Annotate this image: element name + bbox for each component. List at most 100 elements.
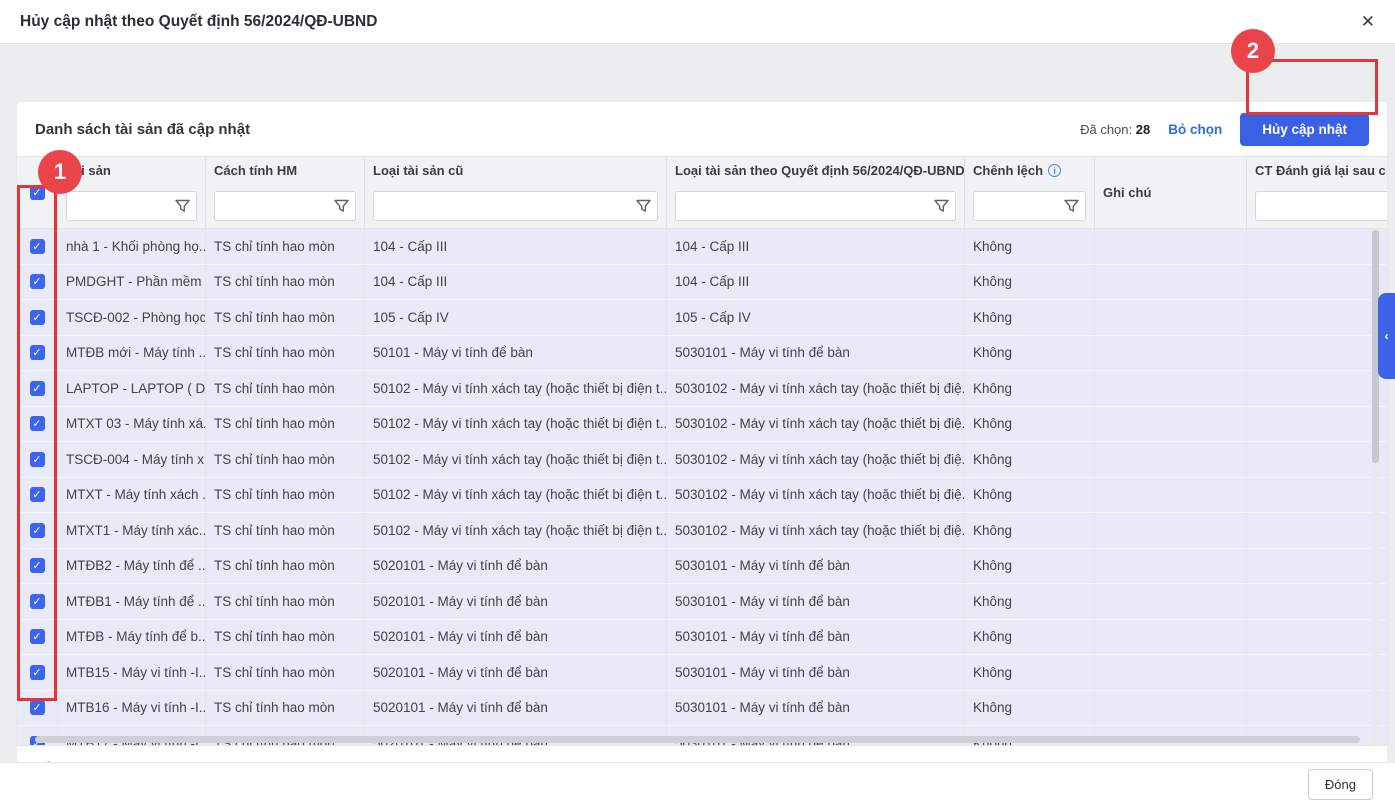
row-checkbox[interactable] <box>30 487 45 502</box>
annotation-step-badge-2: 2 <box>1231 29 1275 73</box>
cell-depreciation-method: TS chỉ tính hao mòn <box>206 584 365 619</box>
cell-old-asset-type: 104 - Cấp III <box>365 229 667 264</box>
row-checkbox[interactable] <box>30 594 45 609</box>
cell-old-asset-type: 5020101 - Máy vi tính để bàn <box>365 620 667 655</box>
row-select-cell <box>17 584 58 619</box>
cell-depreciation-method: TS chỉ tính hao mòn <box>206 620 365 655</box>
cell-new-asset-type: 104 - Cấp III <box>667 229 965 264</box>
row-checkbox[interactable] <box>30 274 45 289</box>
filter-funnel-icon[interactable] <box>333 198 350 215</box>
cell-reevaluation-doc <box>1247 691 1387 726</box>
cell-depreciation-method: TS chỉ tính hao mòn <box>206 371 365 406</box>
cell-depreciation-method: TS chỉ tính hao mòn <box>206 407 365 442</box>
row-select-cell <box>17 265 58 300</box>
row-select-cell <box>17 620 58 655</box>
cell-note <box>1095 371 1247 406</box>
filter-funnel-icon[interactable] <box>1063 198 1080 215</box>
info-icon[interactable]: i <box>1048 164 1061 177</box>
cell-new-asset-type: 5030101 - Máy vi tính để bàn <box>667 549 965 584</box>
cell-old-asset-type: 50102 - Máy vi tính xách tay (hoặc thiết… <box>365 407 667 442</box>
row-checkbox[interactable] <box>30 239 45 254</box>
cell-asset: MTĐB mới - Máy tính ... <box>58 336 206 371</box>
table-row: nhà 1 - Khối phòng họ... TS chỉ tính hao… <box>17 229 1387 265</box>
row-checkbox[interactable] <box>30 381 45 396</box>
cell-difference: Không <box>965 620 1095 655</box>
table-row: MTĐB1 - Máy tính để ... TS chỉ tính hao … <box>17 584 1387 620</box>
cell-depreciation-method: TS chỉ tính hao mòn <box>206 300 365 335</box>
row-checkbox[interactable] <box>30 310 45 325</box>
row-checkbox[interactable] <box>30 416 45 431</box>
table-header-column: Chênh lệch i <box>965 157 1095 228</box>
cancel-update-button[interactable]: Hủy cập nhật <box>1240 113 1369 146</box>
cell-new-asset-type: 5030101 - Máy vi tính để bàn <box>667 655 965 690</box>
card-header: Danh sách tài sản đã cập nhật Đã chọn: 2… <box>17 102 1387 156</box>
cell-old-asset-type: 105 - Cấp IV <box>365 300 667 335</box>
column-label: CT Đánh giá lại sau c i <box>1247 157 1387 184</box>
horizontal-scrollbar[interactable] <box>35 736 1365 743</box>
column-filter <box>365 184 666 228</box>
close-dialog-button[interactable]: Đóng <box>1308 769 1373 800</box>
cell-difference: Không <box>965 513 1095 548</box>
table-row: MTXT - Máy tính xách ... TS chỉ tính hao… <box>17 478 1387 514</box>
row-select-cell <box>17 442 58 477</box>
cell-asset: nhà 1 - Khối phòng họ... <box>58 229 206 264</box>
cell-asset: LAPTOP - LAPTOP ( D... <box>58 371 206 406</box>
row-checkbox[interactable] <box>30 523 45 538</box>
cell-asset: TSCĐ-004 - Máy tính x... <box>58 442 206 477</box>
filter-funnel-icon[interactable] <box>635 198 652 215</box>
cell-new-asset-type: 105 - Cấp IV <box>667 300 965 335</box>
cell-note <box>1095 300 1247 335</box>
cell-reevaluation-doc <box>1247 229 1387 264</box>
cell-difference: Không <box>965 371 1095 406</box>
column-label-text: Cách tính HM <box>214 163 297 178</box>
table-row: MTXT 03 - Máy tính xá... TS chỉ tính hao… <box>17 407 1387 443</box>
filter-funnel-icon[interactable] <box>174 198 191 215</box>
cell-new-asset-type: 104 - Cấp III <box>667 265 965 300</box>
deselect-button[interactable]: Bỏ chọn <box>1168 122 1222 137</box>
row-select-cell <box>17 513 58 548</box>
column-label-text: Loại tài sản cũ <box>373 163 463 178</box>
cell-asset: MTB16 - Máy vi tính -I... <box>58 691 206 726</box>
cell-difference: Không <box>965 336 1095 371</box>
table-row: MTB16 - Máy vi tính -I... TS chỉ tính ha… <box>17 691 1387 727</box>
column-filter-input[interactable] <box>374 192 657 220</box>
table-row: MTB15 - Máy vi tính -I... TS chỉ tính ha… <box>17 655 1387 691</box>
cell-asset: MTĐB - Máy tính để b... <box>58 620 206 655</box>
cell-reevaluation-doc <box>1247 549 1387 584</box>
row-checkbox[interactable] <box>30 629 45 644</box>
assets-table: Tài sản i Cách tính HM i L <box>17 156 1387 745</box>
card-title: Danh sách tài sản đã cập nhật <box>35 121 250 138</box>
cell-reevaluation-doc <box>1247 584 1387 619</box>
row-select-cell <box>17 336 58 371</box>
row-select-cell <box>17 300 58 335</box>
row-checkbox[interactable] <box>30 452 45 467</box>
cell-difference: Không <box>965 691 1095 726</box>
close-icon[interactable]: ✕ <box>1361 13 1375 30</box>
cell-reevaluation-doc <box>1247 300 1387 335</box>
cell-difference: Không <box>965 229 1095 264</box>
table-row: MTĐB - Máy tính để b... TS chỉ tính hao … <box>17 620 1387 656</box>
column-filter-input[interactable] <box>1256 192 1387 220</box>
cell-old-asset-type: 50102 - Máy vi tính xách tay (hoặc thiết… <box>365 442 667 477</box>
row-checkbox[interactable] <box>30 558 45 573</box>
row-checkbox[interactable] <box>30 345 45 360</box>
cell-new-asset-type: 5030101 - Máy vi tính để bàn <box>667 620 965 655</box>
cell-reevaluation-doc <box>1247 478 1387 513</box>
cell-note <box>1095 513 1247 548</box>
collapse-panel-tab[interactable]: ‹ <box>1378 293 1395 379</box>
column-label: Loại tài sản theo Quyết định 56/2024/QĐ-… <box>667 157 964 184</box>
column-filter-input[interactable] <box>676 192 955 220</box>
cell-new-asset-type: 5030101 - Máy vi tính để bàn <box>667 584 965 619</box>
cell-asset: MTB15 - Máy vi tính -I... <box>58 655 206 690</box>
table-header-column: Loại tài sản theo Quyết định 56/2024/QĐ-… <box>667 157 965 228</box>
row-checkbox[interactable] <box>30 665 45 680</box>
cell-asset: PMDGHT - Phần mềm ... <box>58 265 206 300</box>
row-checkbox[interactable] <box>30 700 45 715</box>
card-header-actions: Đã chọn: 28 Bỏ chọn Hủy cập nhật <box>1080 113 1369 146</box>
cell-difference: Không <box>965 655 1095 690</box>
select-all-checkbox[interactable] <box>30 185 45 200</box>
table-header-row: Tài sản i Cách tính HM i L <box>17 156 1387 229</box>
horizontal-scrollbar-thumb[interactable] <box>35 736 1360 743</box>
cell-note <box>1095 442 1247 477</box>
filter-funnel-icon[interactable] <box>933 198 950 215</box>
